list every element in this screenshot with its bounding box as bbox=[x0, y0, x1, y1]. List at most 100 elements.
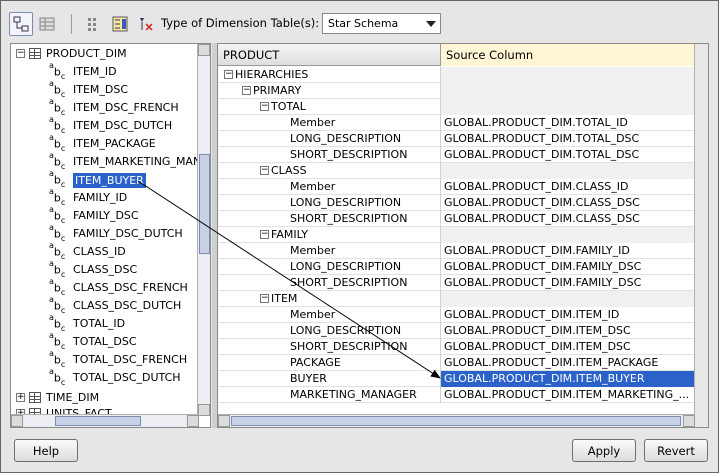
table-row[interactable]: BUYER GLOBAL.PRODUCT_DIM.ITEM_BUYER bbox=[218, 371, 694, 387]
graphical-view-button[interactable] bbox=[9, 12, 33, 36]
collapse-icon[interactable]: − bbox=[242, 86, 251, 95]
row-label-cell[interactable]: SHORT_DESCRIPTION bbox=[218, 211, 441, 227]
row-label-cell[interactable]: LONG_DESCRIPTION bbox=[218, 131, 441, 147]
row-label: PRIMARY bbox=[253, 84, 302, 97]
row-label-cell[interactable]: LONG_DESCRIPTION bbox=[218, 195, 441, 211]
source-column-cell[interactable]: GLOBAL.PRODUCT_DIM.TOTAL_ID bbox=[441, 115, 694, 131]
row-label-cell[interactable]: − PRIMARY bbox=[218, 83, 441, 99]
help-button[interactable]: Help bbox=[14, 439, 78, 462]
revert-button[interactable]: Revert bbox=[644, 439, 708, 462]
source-column-cell[interactable]: GLOBAL.PRODUCT_DIM.ITEM_MARKETING_... bbox=[441, 387, 694, 403]
row-label-cell[interactable]: SHORT_DESCRIPTION bbox=[218, 275, 441, 291]
table-row[interactable]: − HIERARCHIES bbox=[218, 67, 694, 83]
row-label-cell[interactable]: − ITEM bbox=[218, 291, 441, 307]
table-row[interactable]: LONG_DESCRIPTION GLOBAL.PRODUCT_DIM.CLASS… bbox=[218, 195, 694, 211]
row-label-cell[interactable]: SHORT_DESCRIPTION bbox=[218, 147, 441, 163]
source-table-tree[interactable]: − PRODUCT_DIM abc ITEM_ID abc ITEM_DSC abc IT… bbox=[10, 43, 211, 428]
source-column-cell[interactable]: GLOBAL.PRODUCT_DIM.FAMILY_ID bbox=[441, 243, 694, 259]
expand-icon[interactable]: + bbox=[16, 393, 25, 402]
scroll-left-icon[interactable] bbox=[218, 415, 230, 427]
row-label-cell[interactable]: LONG_DESCRIPTION bbox=[218, 323, 441, 339]
source-column-cell[interactable] bbox=[441, 83, 694, 99]
table-row[interactable]: PACKAGE GLOBAL.PRODUCT_DIM.ITEM_PACKAGE bbox=[218, 355, 694, 371]
source-column-cell[interactable]: GLOBAL.PRODUCT_DIM.ITEM_BUYER bbox=[441, 371, 694, 387]
scroll-right-icon[interactable] bbox=[187, 415, 199, 427]
row-label-cell[interactable]: − HIERARCHIES bbox=[218, 67, 441, 83]
source-column-cell[interactable]: GLOBAL.PRODUCT_DIM.ITEM_PACKAGE bbox=[441, 355, 694, 371]
table-row[interactable]: LONG_DESCRIPTION GLOBAL.PRODUCT_DIM.TOTAL… bbox=[218, 131, 694, 147]
scroll-down-icon[interactable] bbox=[198, 404, 210, 416]
scroll-up-icon[interactable] bbox=[198, 44, 210, 56]
table-row[interactable]: MARKETING_MANAGER GLOBAL.PRODUCT_DIM.ITEM… bbox=[218, 387, 694, 403]
table-row[interactable]: SHORT_DESCRIPTION GLOBAL.PRODUCT_DIM.ITEM… bbox=[218, 339, 694, 355]
scroll-thumb[interactable] bbox=[231, 416, 681, 426]
table-row[interactable]: Member GLOBAL.PRODUCT_DIM.TOTAL_ID bbox=[218, 115, 694, 131]
chevron-down-icon[interactable] bbox=[426, 21, 436, 27]
auto-map-button[interactable] bbox=[82, 12, 106, 36]
row-label-cell[interactable]: − FAMILY bbox=[218, 227, 441, 243]
row-label-cell[interactable]: BUYER bbox=[218, 371, 441, 387]
row-label-cell[interactable]: Member bbox=[218, 179, 441, 195]
tree-horizontal-scrollbar[interactable] bbox=[11, 414, 199, 427]
row-label-cell[interactable]: PACKAGE bbox=[218, 355, 441, 371]
column-header-product[interactable]: PRODUCT bbox=[218, 44, 441, 66]
tree-vertical-scrollbar[interactable] bbox=[197, 44, 210, 416]
source-column-cell[interactable]: GLOBAL.PRODUCT_DIM.CLASS_ID bbox=[441, 179, 694, 195]
show-mapped-button[interactable] bbox=[108, 12, 132, 36]
source-column-cell[interactable]: GLOBAL.PRODUCT_DIM.FAMILY_DSC bbox=[441, 259, 694, 275]
mapping-grid[interactable]: PRODUCT Source Column − HIERARCHIES − PRIMA… bbox=[217, 43, 709, 428]
row-label-cell[interactable]: MARKETING_MANAGER bbox=[218, 387, 441, 403]
collapse-icon[interactable]: − bbox=[260, 230, 269, 239]
table-row[interactable]: Member GLOBAL.PRODUCT_DIM.CLASS_ID bbox=[218, 179, 694, 195]
source-column-cell[interactable]: GLOBAL.PRODUCT_DIM.ITEM_DSC bbox=[441, 339, 694, 355]
source-column-cell[interactable] bbox=[441, 67, 694, 83]
source-column-cell[interactable]: GLOBAL.PRODUCT_DIM.TOTAL_DSC bbox=[441, 147, 694, 163]
source-column-cell[interactable]: GLOBAL.PRODUCT_DIM.CLASS_DSC bbox=[441, 195, 694, 211]
table-row[interactable]: − TOTAL bbox=[218, 99, 694, 115]
dimension-type-select[interactable]: Star Schema bbox=[322, 13, 441, 34]
collapse-icon[interactable]: − bbox=[260, 166, 269, 175]
scroll-thumb[interactable] bbox=[199, 154, 210, 254]
row-label-cell[interactable]: SHORT_DESCRIPTION bbox=[218, 339, 441, 355]
row-label-cell[interactable]: LONG_DESCRIPTION bbox=[218, 259, 441, 275]
grid-horizontal-scrollbar[interactable] bbox=[218, 414, 695, 427]
source-column-cell[interactable]: GLOBAL.PRODUCT_DIM.ITEM_DSC bbox=[441, 323, 694, 339]
scroll-thumb[interactable] bbox=[55, 416, 141, 426]
row-label-cell[interactable]: − CLASS bbox=[218, 163, 441, 179]
source-column-cell[interactable] bbox=[441, 163, 694, 179]
row-label-cell[interactable]: Member bbox=[218, 243, 441, 259]
source-column-cell[interactable] bbox=[441, 227, 694, 243]
table-row[interactable]: Member GLOBAL.PRODUCT_DIM.ITEM_ID bbox=[218, 307, 694, 323]
collapse-icon[interactable]: − bbox=[260, 102, 269, 111]
tabular-view-button[interactable] bbox=[35, 12, 59, 36]
table-row[interactable]: SHORT_DESCRIPTION GLOBAL.PRODUCT_DIM.FAMI… bbox=[218, 275, 694, 291]
grid-vertical-scrollbar[interactable] bbox=[694, 44, 708, 427]
tree-column-label: TOTAL_DSC_DUTCH bbox=[73, 371, 181, 384]
scroll-left-icon[interactable] bbox=[11, 415, 23, 427]
source-column-cell[interactable]: GLOBAL.PRODUCT_DIM.CLASS_DSC bbox=[441, 211, 694, 227]
scroll-right-icon[interactable] bbox=[683, 415, 695, 427]
table-row[interactable]: − ITEM bbox=[218, 291, 694, 307]
source-column-cell[interactable]: GLOBAL.PRODUCT_DIM.TOTAL_DSC bbox=[441, 131, 694, 147]
source-column-cell[interactable]: GLOBAL.PRODUCT_DIM.FAMILY_DSC bbox=[441, 275, 694, 291]
collapse-icon[interactable]: − bbox=[16, 49, 25, 58]
table-row[interactable]: Member GLOBAL.PRODUCT_DIM.FAMILY_ID bbox=[218, 243, 694, 259]
row-label-cell[interactable]: Member bbox=[218, 115, 441, 131]
row-label-cell[interactable]: Member bbox=[218, 307, 441, 323]
table-row[interactable]: − CLASS bbox=[218, 163, 694, 179]
source-column-cell[interactable]: GLOBAL.PRODUCT_DIM.ITEM_ID bbox=[441, 307, 694, 323]
table-row[interactable]: LONG_DESCRIPTION GLOBAL.PRODUCT_DIM.ITEM_… bbox=[218, 323, 694, 339]
source-column-cell[interactable] bbox=[441, 99, 694, 115]
source-column-cell[interactable] bbox=[441, 291, 694, 307]
column-header-source[interactable]: Source Column bbox=[441, 44, 695, 66]
table-row[interactable]: SHORT_DESCRIPTION GLOBAL.PRODUCT_DIM.TOTA… bbox=[218, 147, 694, 163]
row-label-cell[interactable]: − TOTAL bbox=[218, 99, 441, 115]
table-row[interactable]: − FAMILY bbox=[218, 227, 694, 243]
collapse-icon[interactable]: − bbox=[260, 294, 269, 303]
table-row[interactable]: LONG_DESCRIPTION GLOBAL.PRODUCT_DIM.FAMIL… bbox=[218, 259, 694, 275]
table-row[interactable]: SHORT_DESCRIPTION GLOBAL.PRODUCT_DIM.CLAS… bbox=[218, 211, 694, 227]
remove-mapping-button[interactable] bbox=[134, 12, 158, 36]
apply-button[interactable]: Apply bbox=[572, 439, 636, 462]
collapse-icon[interactable]: − bbox=[224, 70, 233, 79]
table-row[interactable]: − PRIMARY bbox=[218, 83, 694, 99]
